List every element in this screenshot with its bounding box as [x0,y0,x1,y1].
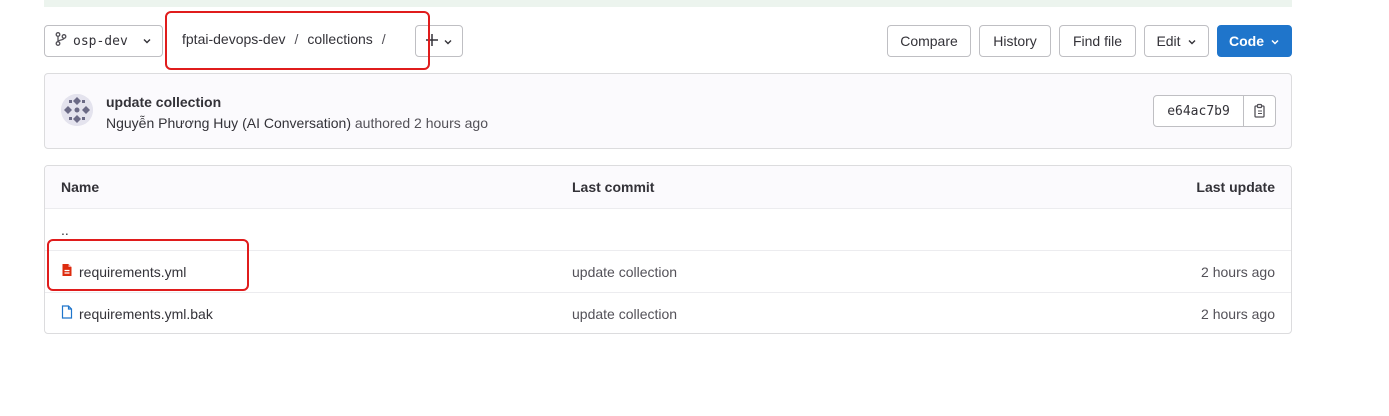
copy-icon[interactable] [1244,96,1275,126]
edit-dropdown[interactable]: Edit [1144,25,1209,57]
chevron-down-icon [1270,33,1280,49]
history-button[interactable]: History [979,25,1051,57]
branch-name: osp-dev [73,33,128,49]
edit-label: Edit [1156,33,1181,49]
column-header-last-commit: Last commit [572,179,655,195]
file-icon [61,305,73,322]
commit-time: authored 2 hours ago [354,115,488,131]
file-last-update: 2 hours ago [1201,305,1275,322]
commit-title[interactable]: update collection [106,94,221,110]
compare-button[interactable]: Compare [887,25,971,57]
file-name-link[interactable]: requirements.yml.bak [79,306,213,322]
find-file-button[interactable]: Find file [1059,25,1136,57]
commit-sha-group: e64ac7b9 [1153,95,1276,127]
column-header-last-update: Last update [1196,179,1275,195]
avatar[interactable] [61,94,93,126]
top-banner [44,0,1292,7]
commit-author[interactable]: Nguyễn Phương Huy (AI Conversation) [106,115,351,131]
table-header: Name Last commit Last update [45,166,1291,208]
chevron-down-icon [1187,33,1197,49]
highlight-box-breadcrumb [165,11,430,70]
table-row[interactable]: requirements.yml.bak update collection 2… [45,292,1291,333]
branch-selector[interactable]: osp-dev [44,25,163,57]
commit-meta: Nguyễn Phương Huy (AI Conversation) auth… [106,115,488,131]
last-commit-card: update collection Nguyễn Phương Huy (AI … [44,73,1292,149]
highlight-box-file [47,239,249,291]
chevron-down-icon [142,34,152,49]
branch-icon [55,32,67,50]
code-label: Code [1229,33,1264,49]
code-dropdown[interactable]: Code [1217,25,1292,57]
chevron-down-icon [443,33,453,49]
file-last-update: 2 hours ago [1201,263,1275,280]
file-name-cell: requirements.yml.bak [61,293,213,333]
commit-sha[interactable]: e64ac7b9 [1154,96,1244,126]
file-last-commit[interactable]: update collection [572,251,677,292]
file-last-commit[interactable]: update collection [572,293,677,333]
column-header-name: Name [61,179,100,195]
